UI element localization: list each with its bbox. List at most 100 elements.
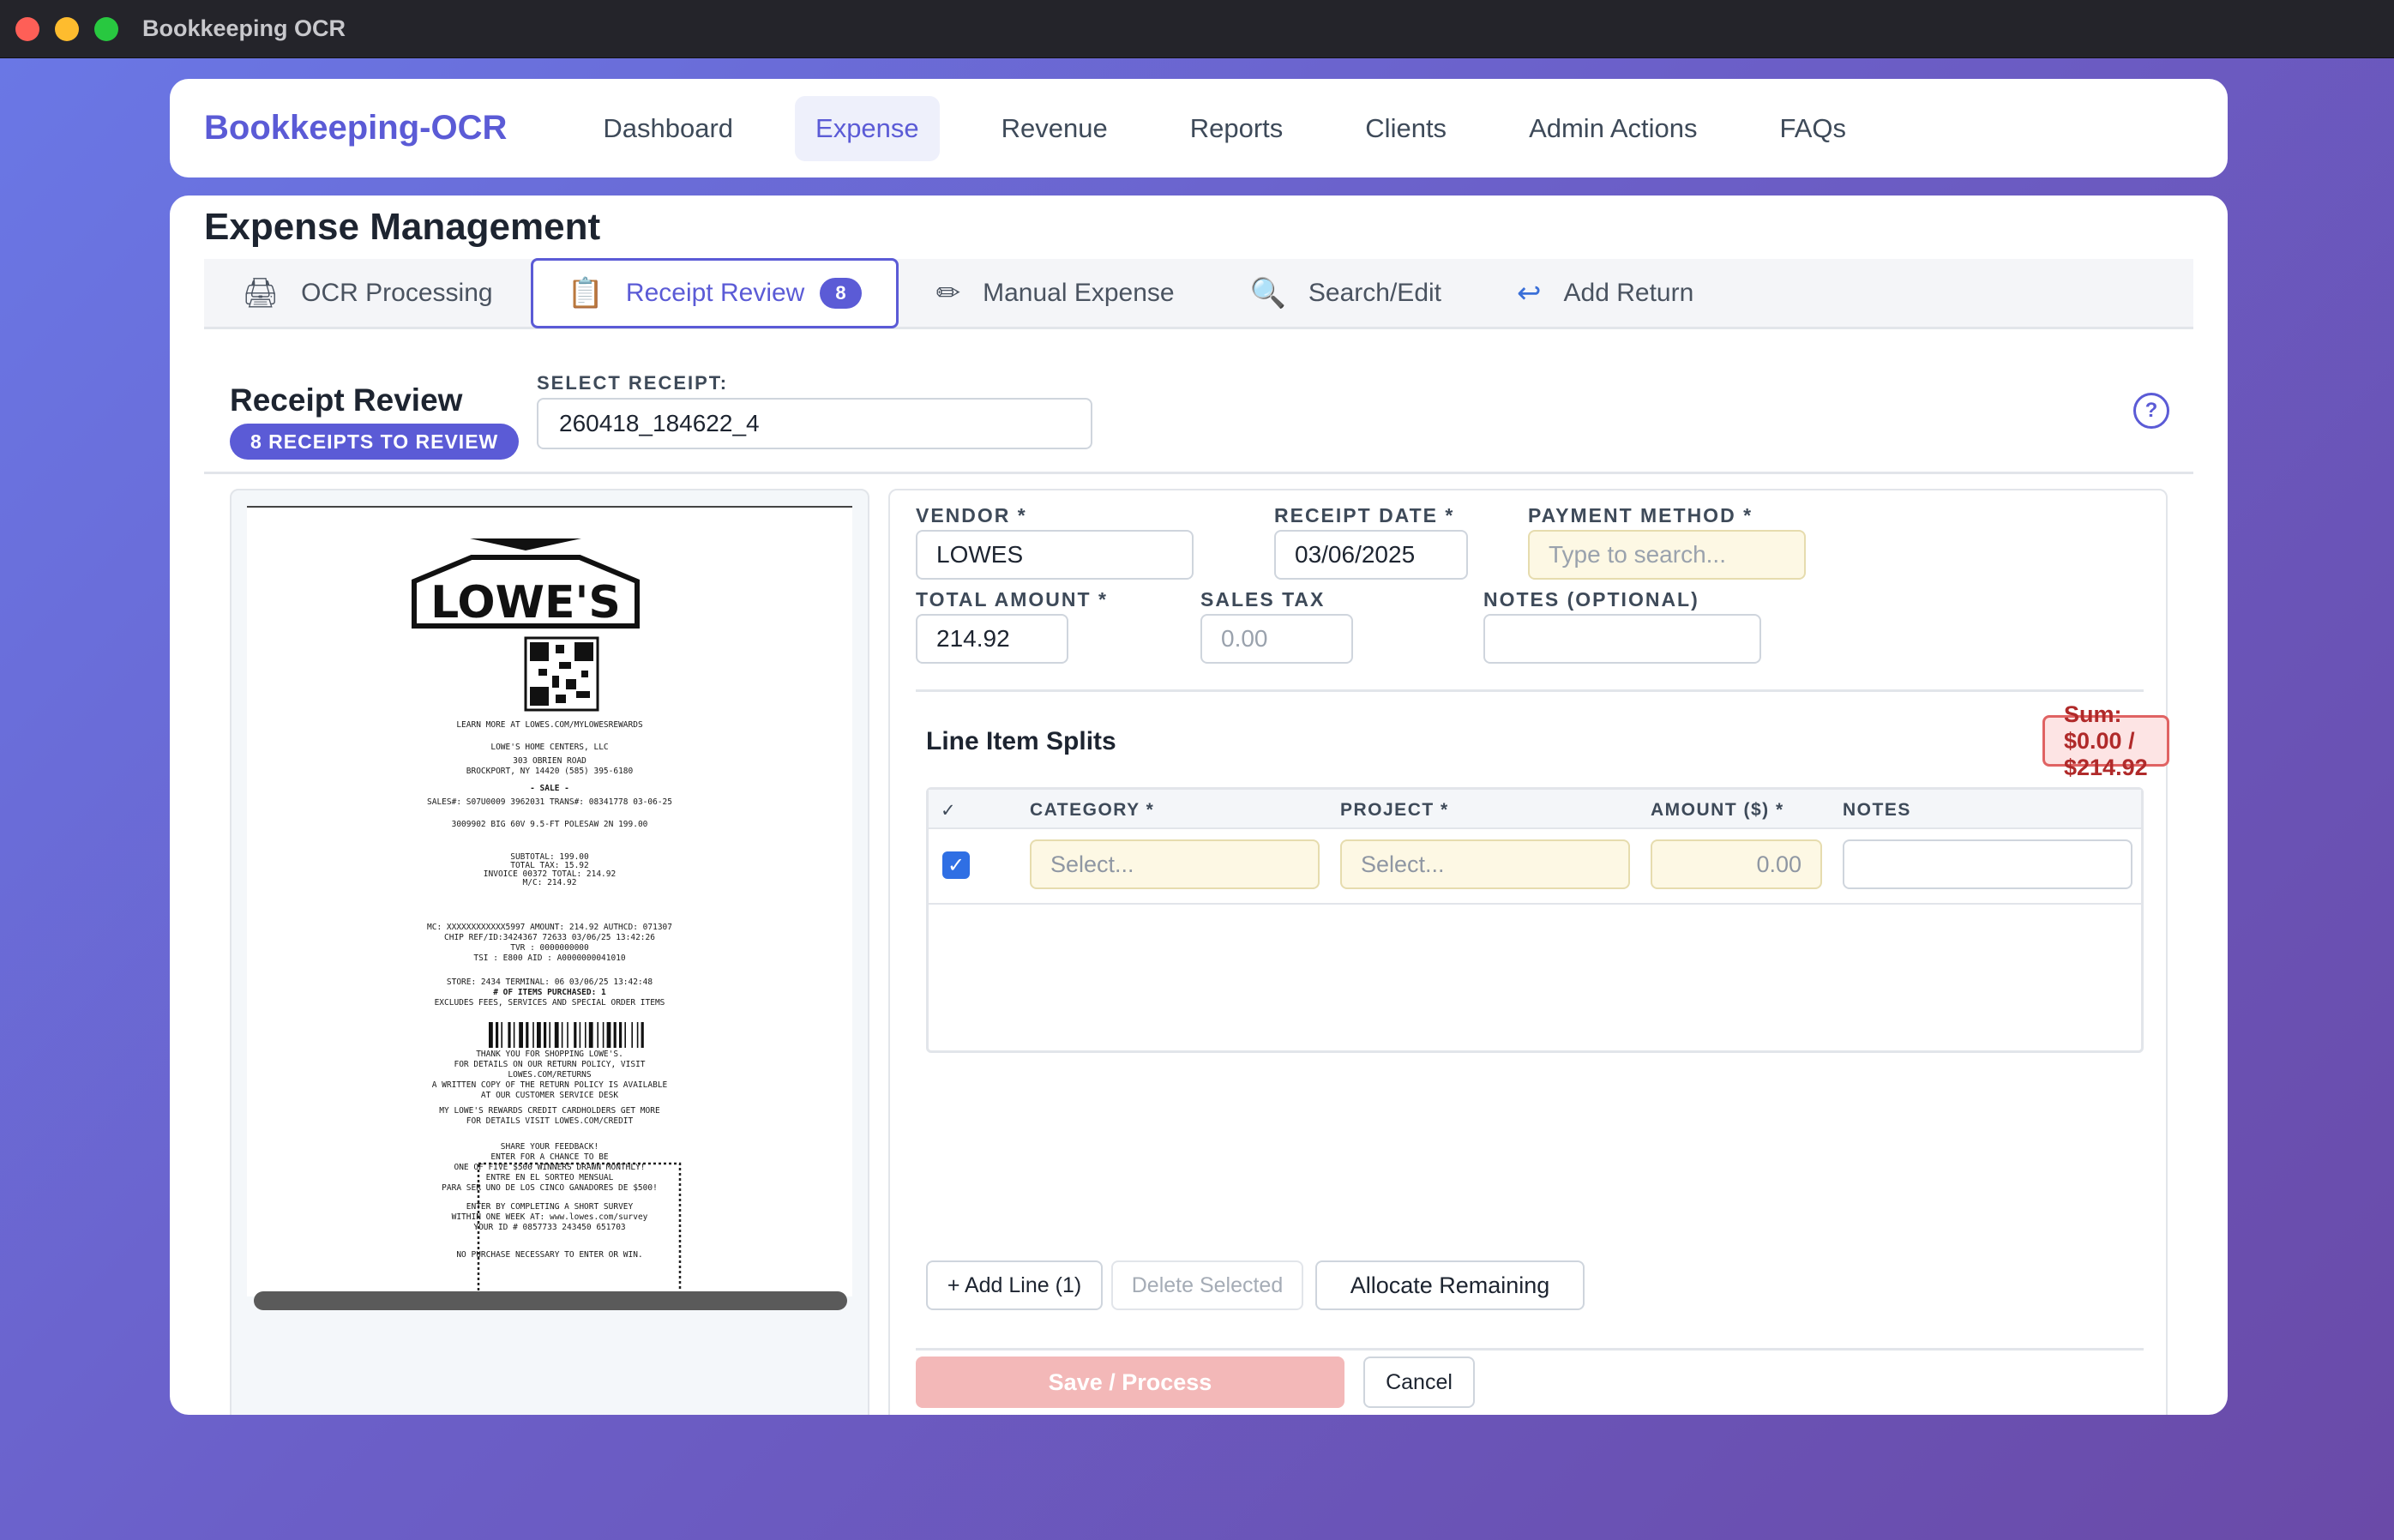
receipt-line: AT OUR CUSTOMER SERVICE DESK: [481, 1091, 618, 1100]
printer-icon: 🖨: [242, 276, 280, 310]
select-receipt-label: SELECT RECEIPT:: [537, 372, 729, 394]
horizontal-scrollbar[interactable]: [254, 1291, 847, 1310]
nav-expense[interactable]: Expense: [795, 95, 940, 161]
zoom-window-button[interactable]: [94, 16, 118, 41]
receipt-line: WITHIN ONE WEEK AT: www.lowes.com/survey: [452, 1212, 648, 1222]
close-window-button[interactable]: [15, 16, 39, 41]
receipt-image[interactable]: LOWE'S LEARN MORE AT LOWES.COM/MYLOWESRE…: [247, 506, 852, 1296]
receipt-line: FOR DETAILS ON OUR RETURN POLICY, VISIT: [454, 1060, 645, 1069]
row-checkbox[interactable]: ✓: [942, 851, 970, 879]
nav-clients[interactable]: Clients: [1344, 96, 1467, 161]
tab-label: Search/Edit: [1308, 278, 1442, 307]
project-select[interactable]: Select...: [1340, 839, 1630, 889]
payment-method-input[interactable]: Type to search...: [1528, 530, 1806, 580]
save-process-button[interactable]: Save / Process: [916, 1357, 1344, 1408]
section-title: Receipt Review: [230, 382, 463, 418]
line-item-splits-title: Line Item Splits: [926, 727, 1116, 755]
help-icon[interactable]: ?: [2133, 393, 2169, 429]
nav-revenue[interactable]: Revenue: [981, 96, 1128, 161]
amount-input[interactable]: 0.00: [1651, 839, 1822, 889]
receipt-line: ENTRE EN EL SORTEO MENSUAL: [486, 1173, 614, 1182]
divider: [916, 689, 2144, 692]
payment-method-label: PAYMENT METHOD *: [1528, 504, 1753, 526]
receipt-line: BROCKPORT, NY 14420 (585) 395-6180: [466, 767, 634, 776]
tab-search-edit[interactable]: 🔍 Search/Edit: [1212, 258, 1479, 328]
receipt-text: LEARN MORE AT LOWES.COM/MYLOWESREWARDS LO…: [427, 720, 672, 1260]
receipt-line: LOWE'S HOME CENTERS, LLC: [490, 743, 608, 752]
tab-manual-expense[interactable]: ✏ Manual Expense: [899, 258, 1212, 328]
receipt-line: CHIP REF/ID:3424367 72633 03/06/25 13:42…: [444, 933, 655, 942]
line-items-table: ✓ CATEGORY * PROJECT * AMOUNT ($) * NOTE…: [926, 787, 2144, 1053]
tab-count-badge: 8: [820, 277, 862, 309]
receipt-line: MC: XXXXXXXXXXXX5997 AMOUNT: 214.92 AUTH…: [427, 923, 672, 932]
receipt-line: YOUR ID # 0857733 243450 651703: [473, 1223, 625, 1232]
total-amount-label: TOTAL AMOUNT *: [916, 588, 1108, 611]
tab-label: Add Return: [1563, 278, 1694, 307]
receipt-line: NO PURCHASE NECESSARY TO ENTER OR WIN.: [456, 1250, 642, 1260]
table-header: ✓ CATEGORY * PROJECT * AMOUNT ($) * NOTE…: [929, 790, 2141, 829]
barcode: [489, 1022, 644, 1048]
notes-input[interactable]: [1483, 614, 1761, 664]
allocate-remaining-button[interactable]: Allocate Remaining: [1315, 1260, 1585, 1310]
receipt-line: 303 OBRIEN ROAD: [513, 756, 586, 766]
receipt-line: A WRITTEN COPY OF THE RETURN POLICY IS A…: [432, 1080, 668, 1090]
receipt-select[interactable]: 260418_184622_4: [537, 398, 1092, 449]
receipt-line: TSI : E800 AID : A0000000041010: [473, 953, 626, 963]
receipt-line: PARA SER UNO DE LOS CINCO GANADORES DE $…: [442, 1183, 658, 1193]
receipt-line: - SALE -: [530, 784, 569, 793]
row-divider: [929, 903, 2141, 905]
cancel-button[interactable]: Cancel: [1363, 1357, 1475, 1408]
sales-tax-input[interactable]: 0.00: [1200, 614, 1353, 664]
receipt-date-label: RECEIPT DATE *: [1274, 504, 1455, 526]
nav-reports[interactable]: Reports: [1170, 96, 1304, 161]
receipt-line: ENTER FOR A CHANCE TO BE: [490, 1152, 609, 1162]
top-navigation: Bookkeeping-OCR Dashboard Expense Revenu…: [170, 79, 2228, 177]
tab-receipt-review[interactable]: 📋 Receipt Review 8: [530, 257, 899, 328]
receipt-line: M/C: 214.92: [523, 878, 577, 887]
divider: [916, 1348, 2144, 1351]
split-sum-badge: Sum: $0.00 / $214.92: [2042, 701, 2169, 780]
receipt-line: LOWES.COM/RETURNS: [508, 1070, 592, 1080]
receipt-line: ONE OF FIVE $500 WINNERS DRAWN MONTHLY!: [454, 1163, 645, 1172]
nav-admin-actions[interactable]: Admin Actions: [1508, 96, 1717, 161]
brand-logo[interactable]: Bookkeeping-OCR: [204, 109, 507, 147]
column-header-notes: NOTES: [1843, 800, 1911, 820]
nav-dashboard[interactable]: Dashboard: [582, 96, 754, 161]
minimize-window-button[interactable]: [55, 16, 79, 41]
tab-add-return[interactable]: ↩ Add Return: [1479, 258, 1731, 328]
tab-label: Receipt Review: [625, 278, 805, 307]
receipts-count-badge: 8 RECEIPTS TO REVIEW: [230, 424, 520, 460]
delete-selected-button[interactable]: Delete Selected: [1111, 1260, 1303, 1310]
sales-tax-label: SALES TAX: [1200, 588, 1326, 611]
receipt-line: SHARE YOUR FEEDBACK!: [501, 1142, 598, 1152]
window-title: Bookkeeping OCR: [142, 15, 346, 41]
receipt-line: 3009902 BIG 60V 9.5-FT POLESAW 2N 199.00: [452, 820, 648, 829]
column-header-category: CATEGORY *: [1030, 800, 1155, 820]
magnifier-icon: 🔍: [1249, 276, 1286, 310]
window-controls: [15, 16, 118, 41]
receipt-line: TVR : 0000000000: [510, 943, 589, 953]
receipt-line: SALES#: S07U0009 3962031 TRANS#: 0834177…: [427, 797, 672, 807]
return-arrow-icon: ↩: [1517, 276, 1542, 310]
total-amount-input[interactable]: 214.92: [916, 614, 1068, 664]
lowes-logo: LOWE'S: [412, 538, 640, 629]
add-line-button[interactable]: + Add Line (1): [926, 1260, 1103, 1310]
receipt-scan: LOWE'S LEARN MORE AT LOWES.COM/MYLOWESRE…: [412, 538, 682, 1296]
receipt-line: FOR DETAILS VISIT LOWES.COM/CREDIT: [466, 1116, 634, 1126]
line-notes-input[interactable]: [1843, 839, 2132, 889]
clipboard-icon: 📋: [567, 276, 604, 310]
notes-label: NOTES (OPTIONAL): [1483, 588, 1699, 611]
receipt-image-panel: LOWE'S LEARN MORE AT LOWES.COM/MYLOWESRE…: [230, 489, 869, 1415]
pencil-icon: ✏: [935, 276, 961, 310]
receipt-line: THANK YOU FOR SHOPPING LOWE'S.: [476, 1050, 623, 1059]
receipt-date-input[interactable]: 03/06/2025: [1274, 530, 1468, 580]
receipt-line: MY LOWE'S REWARDS CREDIT CARDHOLDERS GET…: [439, 1106, 660, 1116]
category-select[interactable]: Select...: [1030, 839, 1320, 889]
vendor-input[interactable]: LOWES: [916, 530, 1194, 580]
tab-ocr-processing[interactable]: 🖨 OCR Processing: [204, 258, 531, 328]
nav-faqs[interactable]: FAQs: [1759, 96, 1868, 161]
tab-label: Manual Expense: [983, 278, 1175, 307]
qr-code: [524, 636, 599, 712]
vendor-label: VENDOR *: [916, 504, 1027, 526]
column-header-project: PROJECT *: [1340, 800, 1449, 820]
